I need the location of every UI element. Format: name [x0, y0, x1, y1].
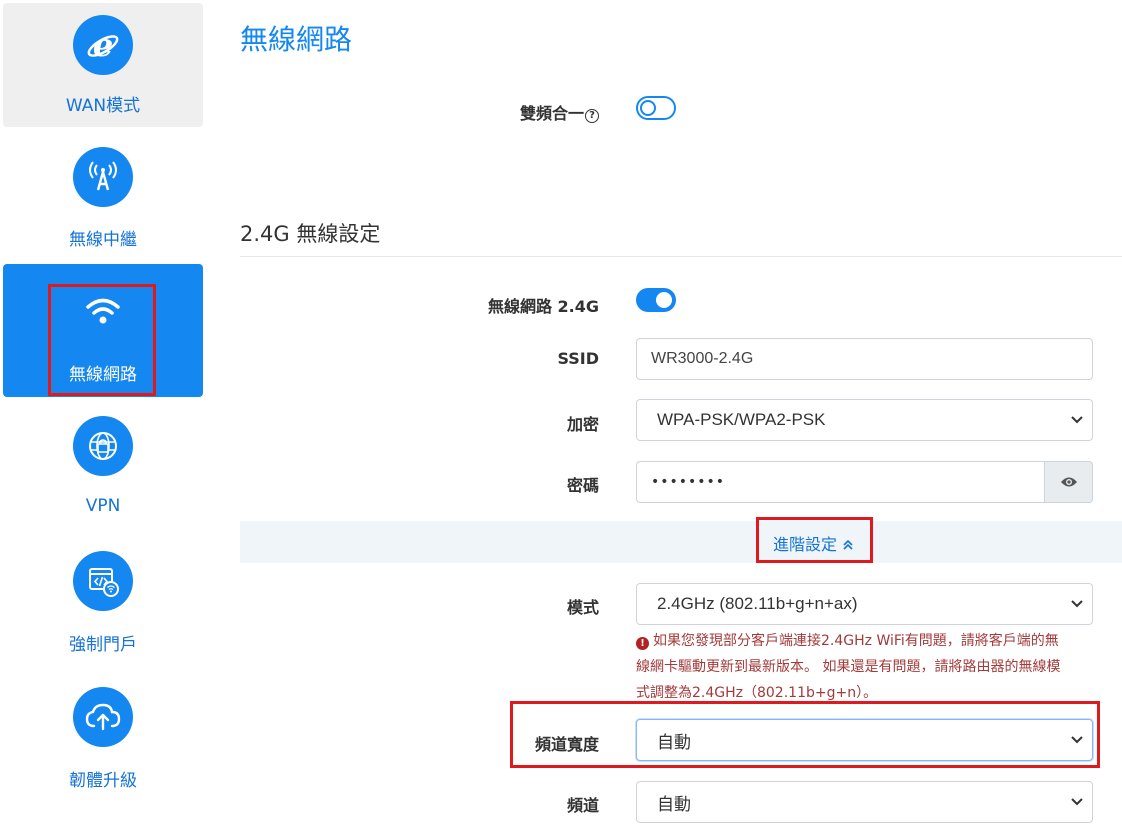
encryption-label: 加密 — [566, 415, 599, 434]
toggle-knob — [640, 100, 656, 116]
dual-band-label-text: 雙頻合一 — [519, 104, 584, 123]
sidebar-item-vpn[interactable]: VPN — [3, 400, 203, 524]
dual-band-toggle[interactable] — [636, 96, 676, 120]
password-input[interactable]: •••••••• — [636, 461, 1045, 503]
sidebar-item-label: 韌體升級 — [69, 771, 137, 791]
channel-select[interactable]: 自動 — [636, 781, 1093, 823]
advanced-settings-bar — [240, 521, 1122, 563]
repeater-antenna-icon — [73, 147, 133, 207]
section-title-24g: 2.4G 無線設定 — [240, 222, 381, 246]
warning-icon: ! — [636, 637, 649, 650]
encryption-value: WPA-PSK/WPA2-PSK — [657, 410, 826, 429]
encryption-select[interactable]: WPA-PSK/WPA2-PSK — [636, 399, 1093, 441]
mode-select[interactable]: 2.4GHz (802.11b+g+n+ax) — [636, 583, 1093, 625]
sidebar-item-label: 強制門戶 — [69, 635, 137, 655]
highlight-box — [756, 517, 873, 563]
mode-value: 2.4GHz (802.11b+g+n+ax) — [657, 594, 858, 613]
chevron-down-icon — [1071, 416, 1083, 424]
sidebar: e WAN模式 無線中繼 無線網路 VPN 強制門戶 韌體升級 — [0, 0, 206, 830]
sidebar-item-label: VPN — [85, 496, 121, 516]
sidebar-item-repeater[interactable]: 無線中繼 — [3, 130, 203, 254]
wifi-24g-toggle[interactable] — [636, 288, 676, 312]
highlight-box — [48, 284, 156, 396]
globe-lock-icon — [73, 416, 133, 476]
chevron-down-icon — [1071, 600, 1083, 608]
divider — [240, 256, 1122, 257]
sidebar-item-label: 無線中繼 — [69, 230, 137, 250]
highlight-box — [510, 701, 1100, 768]
main-panel: 無線網路 雙頻合一? 2.4G 無線設定 無線網路 2.4G SSID WR30… — [240, 0, 1122, 830]
mode-label: 模式 — [566, 598, 599, 617]
toggle-knob — [656, 292, 672, 308]
cloud-upload-icon — [73, 687, 133, 747]
wifi-24g-label: 無線網路 2.4G — [487, 297, 599, 316]
warning-text: 如果您發現部分客戶端連接2.4GHz WiFi有問題，請將客戶端的無 — [653, 633, 1059, 649]
chevron-down-icon — [1071, 798, 1083, 806]
channel-label: 頻道 — [566, 796, 599, 815]
mode-warning: ! 如果您發現部分客戶端連接2.4GHz WiFi有問題，請將客戶端的無 線網卡驅… — [636, 628, 1096, 706]
page-title: 無線網路 — [240, 23, 353, 56]
dual-band-label: 雙頻合一? — [520, 100, 599, 124]
show-password-button[interactable] — [1044, 461, 1093, 503]
sidebar-item-firmware-upgrade[interactable]: 韌體升級 — [3, 672, 203, 796]
portal-code-icon — [73, 551, 133, 611]
ie-icon: e — [73, 15, 133, 75]
channel-value: 自動 — [657, 794, 691, 814]
sidebar-item-label: WAN模式 — [65, 96, 141, 116]
sidebar-item-captive-portal[interactable]: 強制門戶 — [3, 536, 203, 660]
warning-text: 線網卡驅動更新到最新版本。 如果還是有問題，請將路由器的無線模 — [636, 659, 1061, 675]
password-label: 密碼 — [566, 476, 599, 495]
ssid-input[interactable]: WR3000-2.4G — [636, 338, 1093, 380]
sidebar-item-wan-mode[interactable]: e WAN模式 — [3, 3, 203, 127]
password-group: •••••••• — [636, 461, 1093, 503]
help-icon[interactable]: ? — [585, 109, 599, 123]
eye-icon — [1060, 477, 1077, 487]
ssid-label: SSID — [557, 349, 599, 368]
